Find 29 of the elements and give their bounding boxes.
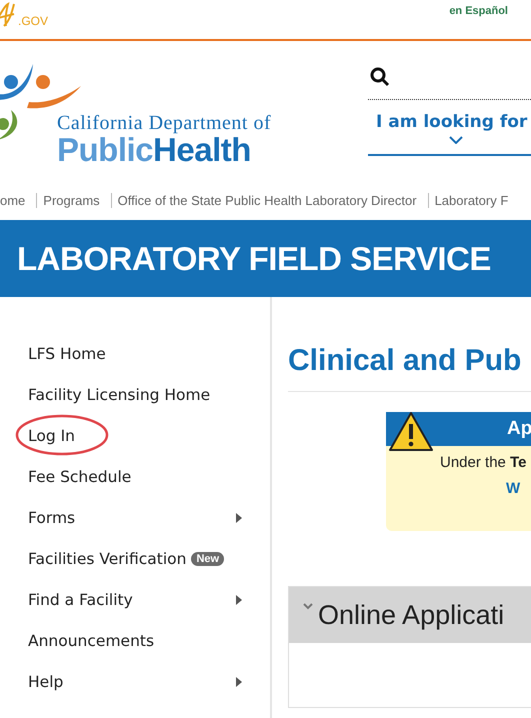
submenu-arrow-icon bbox=[236, 676, 242, 686]
sidebar-link[interactable]: Facilities Verification bbox=[28, 550, 186, 568]
warning-icon bbox=[388, 411, 434, 453]
public-health-wordmark: PublicHealth bbox=[56, 134, 252, 166]
sidebar-link[interactable]: Fee Schedule bbox=[28, 468, 132, 486]
alert-text: Under the Te bbox=[440, 454, 528, 471]
department-name: California Department of bbox=[56, 112, 272, 134]
submenu-arrow-icon bbox=[236, 594, 242, 604]
breadcrumb-link[interactable]: Programs bbox=[43, 192, 100, 208]
breadcrumb-link[interactable]: Laboratory F bbox=[434, 192, 508, 208]
language-link[interactable]: en Español bbox=[449, 5, 508, 17]
submenu-arrow-icon bbox=[236, 512, 242, 522]
sidebar-link[interactable]: Find a Facility bbox=[28, 590, 133, 608]
accordion-header[interactable]: Online Applicati bbox=[289, 587, 531, 643]
sidebar-link[interactable]: Help bbox=[28, 672, 64, 690]
looking-for-dropdown[interactable]: I am looking for bbox=[368, 100, 531, 156]
new-badge: New bbox=[191, 552, 224, 566]
breadcrumb-link[interactable]: ome bbox=[0, 192, 26, 208]
alert-link[interactable]: W bbox=[506, 480, 531, 497]
sidebar-link[interactable]: Forms bbox=[28, 508, 76, 526]
page-heading: Clinical and Pub bbox=[288, 343, 522, 379]
chevron-icon bbox=[303, 603, 313, 610]
sidebar-link[interactable]: Announcements bbox=[28, 632, 154, 650]
sidebar-link[interactable]: Facility Licensing Home bbox=[28, 386, 210, 404]
breadcrumb-link[interactable]: Office of the State Public Health Laboratory Director bbox=[118, 192, 417, 208]
sidebar-link[interactable]: LFS Home bbox=[28, 344, 106, 362]
search-icon[interactable] bbox=[370, 67, 390, 87]
chevron-down-icon bbox=[449, 136, 463, 144]
section-title: LABORATORY FIELD SERVICE bbox=[17, 240, 491, 278]
